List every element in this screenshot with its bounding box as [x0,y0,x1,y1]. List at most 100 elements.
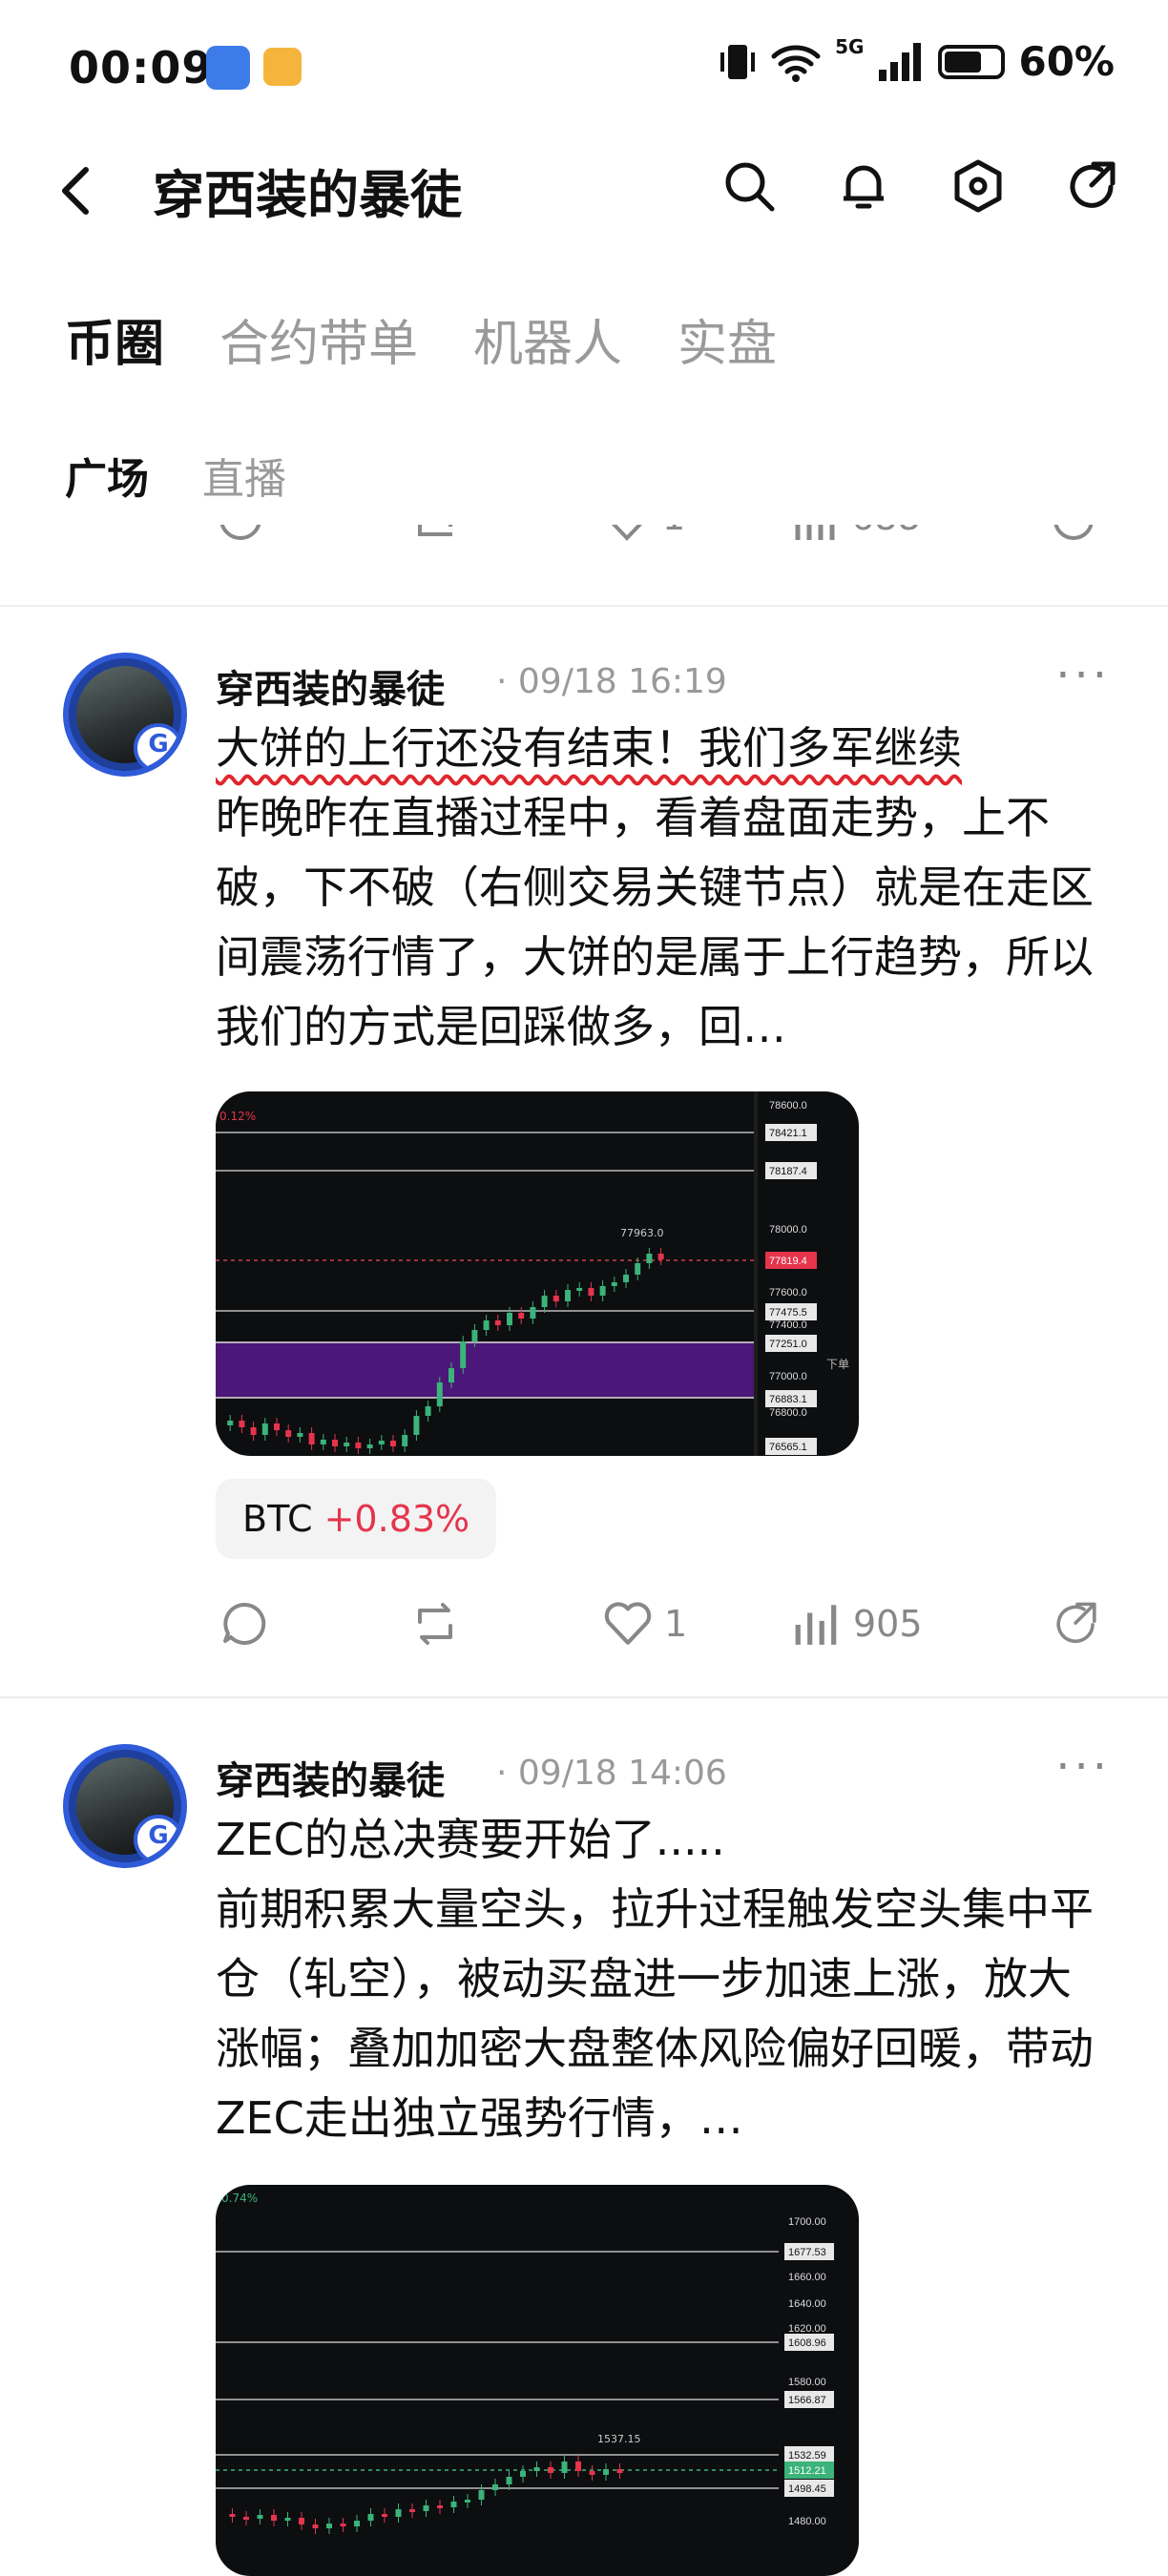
comment-icon[interactable] [216,525,265,546]
avatar[interactable]: G [63,653,187,777]
peak-label: 77963.0 [620,1227,664,1239]
tab-bi-quan[interactable]: 币圈 [65,303,164,375]
candle [250,1427,257,1435]
candles [229,2456,623,2534]
candle [588,1288,594,1296]
bell-icon[interactable] [836,158,891,214]
candle [565,1290,571,1301]
avatar[interactable]: G [63,1744,187,1868]
share-icon[interactable] [1065,158,1120,214]
like-button[interactable]: 1 [603,1599,687,1649]
views-icon [795,1605,837,1645]
post-body[interactable]: ZEC的总决赛要开始了..... 前期积累大量空头，拉升过程触发空头集中平仓（轧… [216,1805,1094,2153]
comment-icon [223,1602,266,1645]
comment-button[interactable] [219,1599,269,1649]
post-headline: ZEC的总决赛要开始了..... [216,1814,725,1865]
candle [561,2462,568,2473]
candle [390,1441,396,1446]
candle [471,1330,478,1341]
candle [274,1423,280,1430]
app-notification-icon [206,46,250,90]
candle [326,2524,332,2528]
heart-icon [604,1602,652,1645]
tab-live[interactable]: 直播 [202,445,286,506]
post-card[interactable]: G 穿西装的暴徒 · 09/18 14:06 ··· ZEC的总决赛要开始了..… [0,1698,1168,2576]
candle [395,2509,402,2517]
like-button[interactable]: 1 [603,525,685,544]
price-axis: 78600.0 78421.1 78187.4 78000.0 77819.4 … [765,1100,817,1455]
post-actions: 1 905 [216,1599,1122,1666]
tab-square[interactable]: 广场 [65,445,149,506]
chart-image[interactable]: 0.74% 1537.15 1700.00 1677.53 1660.00 16… [216,2185,859,2576]
candle [344,1443,350,1446]
tab-contract-copy[interactable]: 合约带单 [219,303,418,375]
candlestick-chart: 0.74% 1537.15 1700.00 1677.53 1660.00 16… [216,2192,834,2534]
candle [507,1313,512,1325]
post-headline: 大饼的上行还没有结束！我们多军继续 [216,722,962,774]
corner-percent: 0.74% [221,2192,258,2205]
candle [229,2514,236,2517]
post-card[interactable]: G 穿西装的暴徒 · 09/18 16:19 ··· 大饼的上行还没有结束！我们… [0,605,1168,1683]
coin-tag[interactable]: BTC +0.83% [216,1479,497,1559]
candle [450,2502,457,2507]
candle [575,2462,581,2471]
candle [271,2515,277,2521]
wifi-icon [771,45,821,82]
price-label: 77475.5 [769,1307,807,1319]
status-bar: 00:09 5G 60% [0,0,1168,134]
price-label: 76800.0 [769,1407,807,1419]
tab-live-trading[interactable]: 实盘 [678,303,777,375]
price-label: 77819.4 [769,1256,807,1267]
price-label: 1480.00 [788,2516,826,2527]
candle [478,2490,485,2500]
price-label: 1660.00 [788,2272,826,2283]
candle [239,1421,245,1427]
candle [465,2500,470,2503]
price-label: 1580.00 [788,2377,826,2388]
price-label: 77400.0 [769,1319,807,1331]
main-tabs: 币圈 合约带单 机器人 实盘 [65,303,777,375]
candle [437,2505,443,2508]
coin-symbol: BTC [242,1498,313,1540]
candle [402,1435,408,1446]
candle [367,2514,374,2521]
candle [382,2514,387,2517]
corner-percent: 0.12% [219,1110,256,1123]
share-button[interactable] [1052,1599,1101,1649]
candle [285,1430,292,1437]
price-label: 1677.53 [788,2247,826,2258]
tab-robot[interactable]: 机器人 [473,303,622,375]
more-options-icon[interactable]: ··· [1055,1740,1111,1794]
chart-image[interactable]: 0.12% 77963.0 78600.0 78421.1 78187.4 78… [216,1091,859,1456]
coin-change: +0.83% [323,1498,470,1540]
candle [483,1320,490,1330]
price-label: 1620.00 [788,2323,826,2335]
like-count: 1 [662,525,685,544]
settings-hex-icon[interactable] [950,158,1006,214]
author-name[interactable]: 穿西装的暴徒 [216,1750,445,1805]
candle [297,1433,303,1437]
post-date: · 09/18 16:19 [496,662,727,701]
post-body[interactable]: 大饼的上行还没有结束！我们多军继续 昨晚昨在直播过程中，看着盘面走势，上不破，下… [216,714,1094,1062]
candle [312,2524,319,2528]
back-arrow-icon[interactable] [57,162,95,219]
more-options-icon[interactable]: ··· [1055,649,1111,702]
wallet-notification-icon [263,48,302,86]
repost-icon[interactable] [410,525,460,546]
order-side-label: 下单 [826,1358,849,1371]
candle [257,2515,263,2519]
repost-button[interactable] [410,1599,460,1649]
signal-icon [879,42,922,81]
price-label: 1608.96 [788,2337,826,2349]
candle [506,2477,512,2484]
candle [308,1433,315,1444]
candle [520,2471,526,2477]
author-name[interactable]: 穿西装的暴徒 [216,658,445,714]
like-count: 1 [664,1603,688,1645]
price-label: 78000.0 [769,1224,807,1236]
search-icon[interactable] [721,158,777,214]
range-zone [216,1342,754,1398]
share-icon[interactable] [1050,525,1097,544]
candle [378,1441,385,1444]
post-date: · 09/18 14:06 [496,1754,727,1793]
